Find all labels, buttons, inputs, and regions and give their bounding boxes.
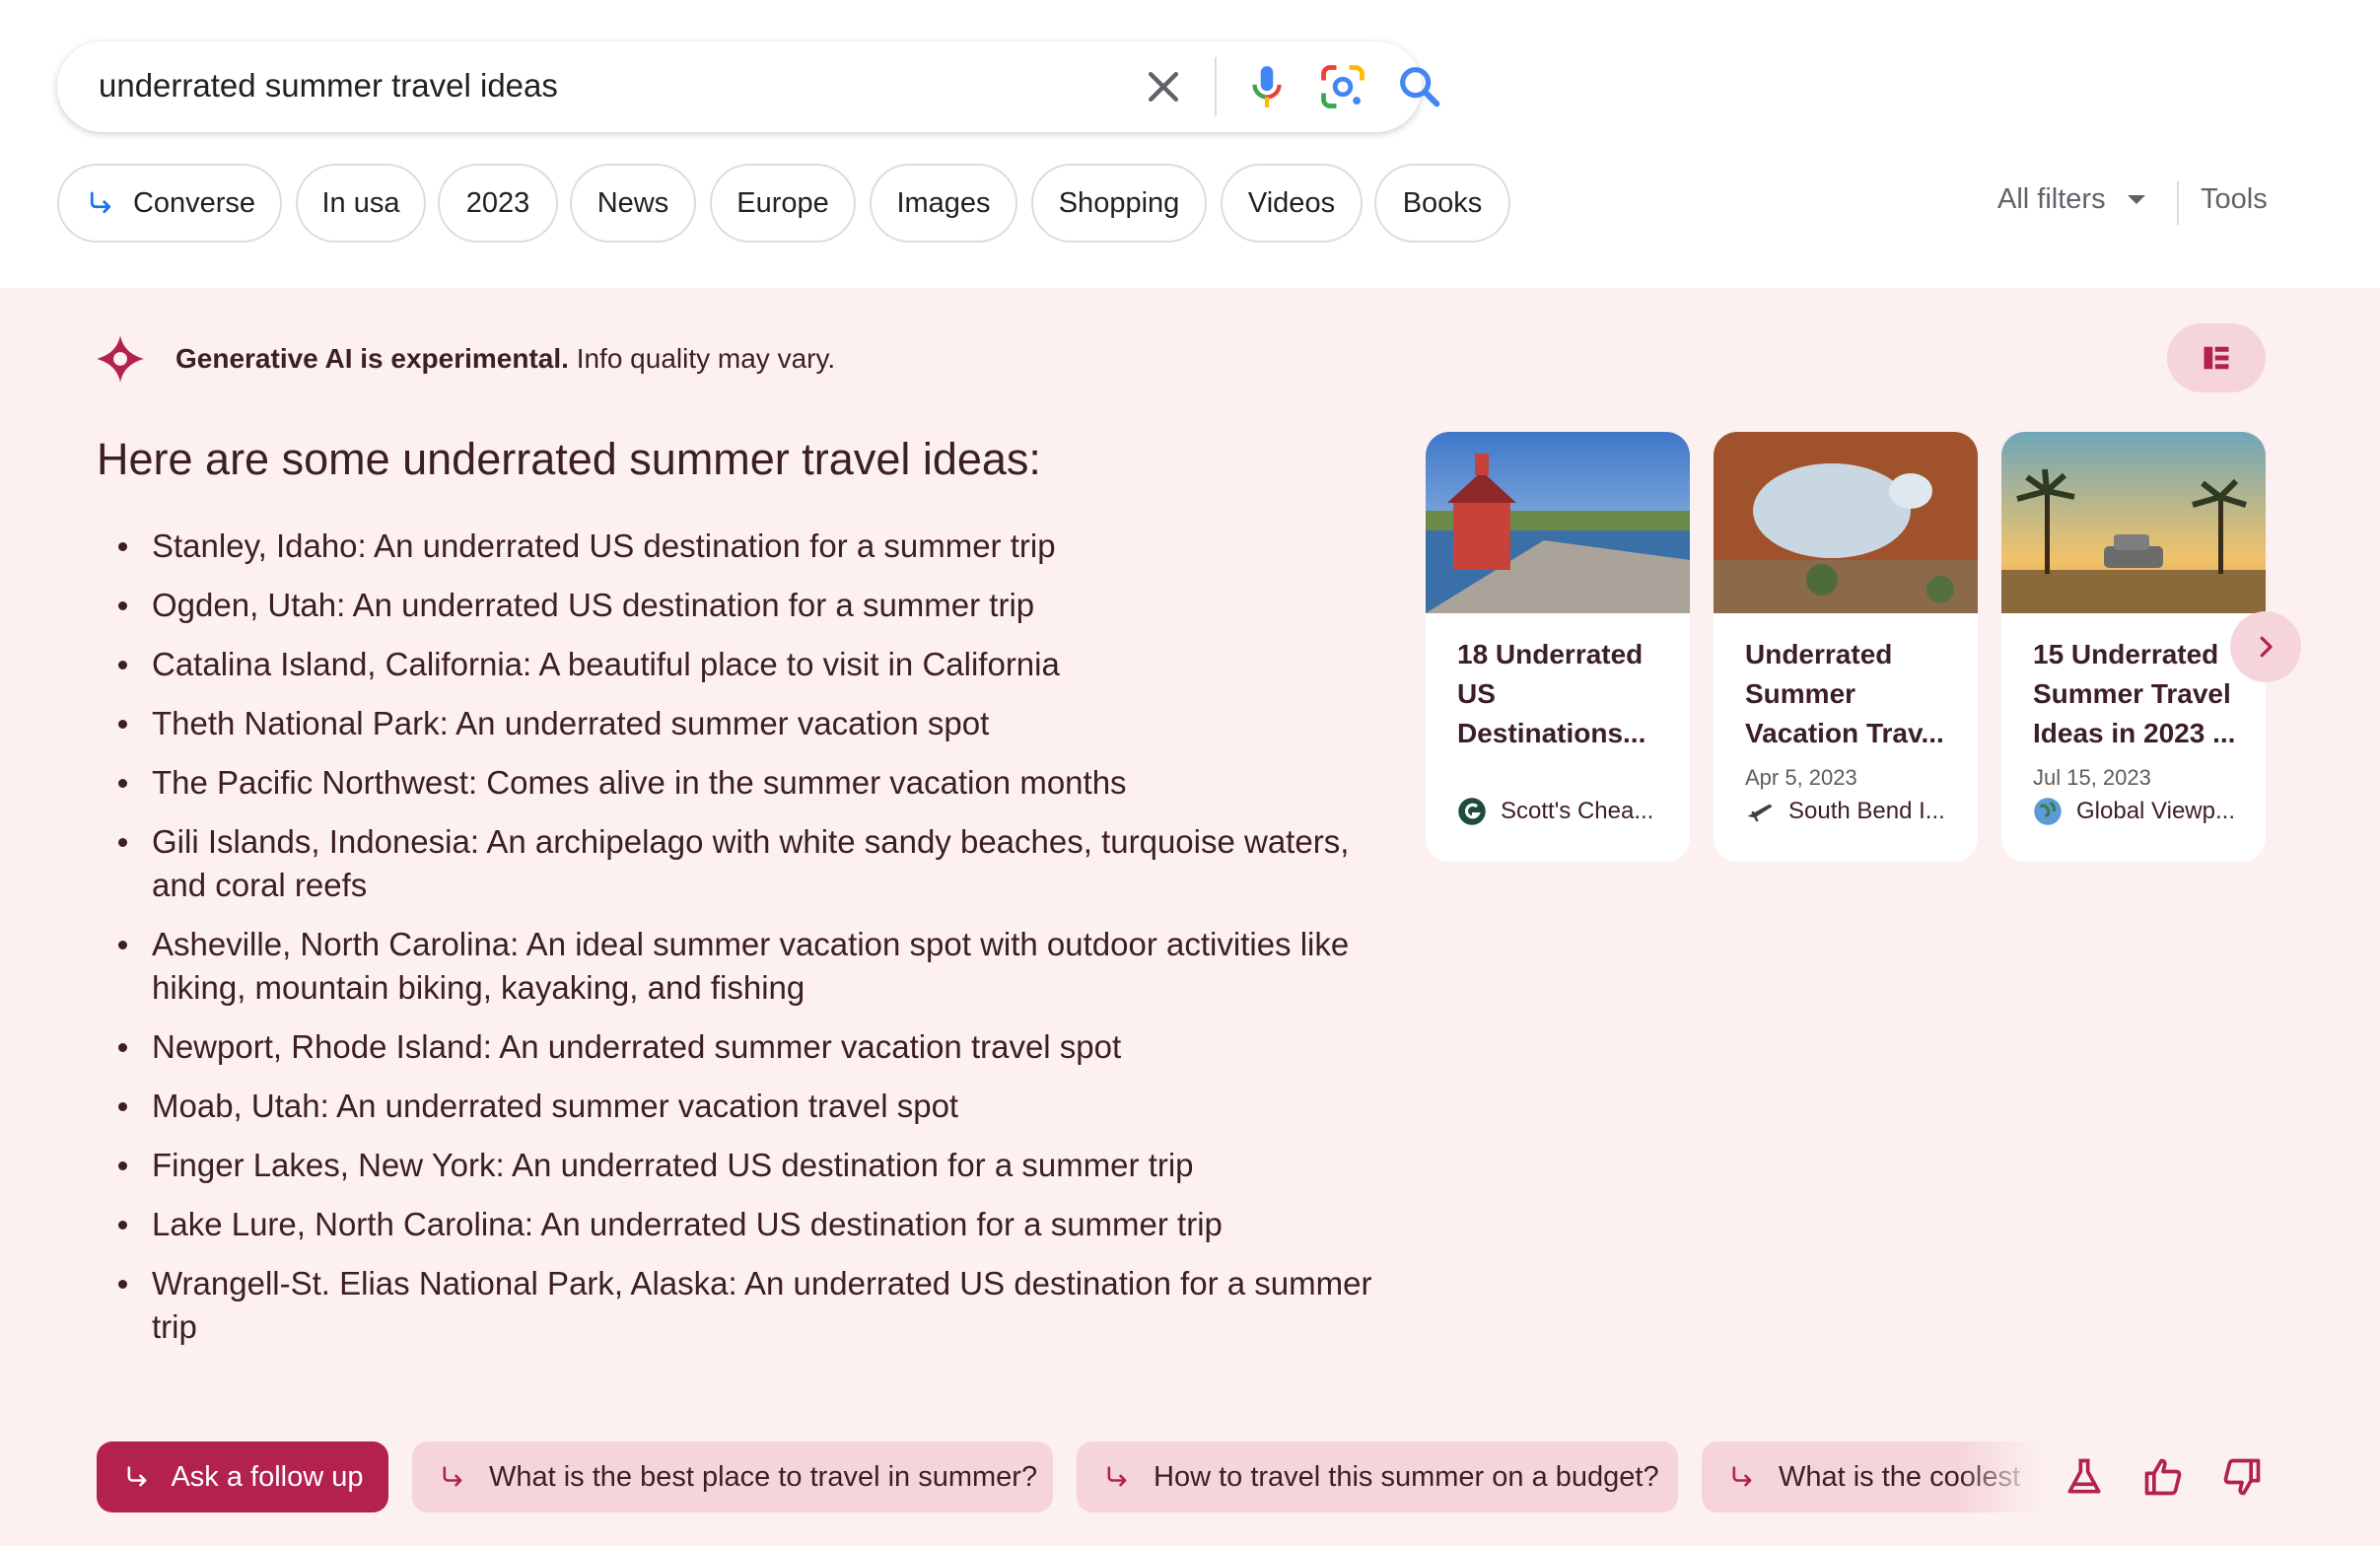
suggestion-fade <box>1958 1432 2076 1522</box>
list-item: Wrangell-St. Elias National Park, Alaska… <box>97 1262 1378 1349</box>
answer-title: Here are some underrated summer travel i… <box>97 434 1041 484</box>
tools-divider <box>2177 181 2179 225</box>
chip-label: Europe <box>736 186 829 219</box>
arrow-return-icon <box>128 1466 147 1487</box>
card-source: Scott's Chea... <box>1457 797 1653 826</box>
chip-label: Shopping <box>1058 186 1180 219</box>
source-card[interactable]: 18 Underrated US Destinations... Scott's… <box>1426 432 1690 862</box>
card-title: Underrated Summer Vacation Trav... <box>1745 639 1944 748</box>
list-item: Asheville, North Carolina: An ideal summ… <box>97 923 1378 1010</box>
card-source-label: Global Viewp... <box>2076 798 2235 824</box>
thumbs-down-icon[interactable] <box>2220 1455 2264 1499</box>
chip-in-usa[interactable]: In usa <box>296 164 426 243</box>
ai-overview-panel: Generative AI is experimental. Info qual… <box>0 288 2380 1546</box>
card-source: Global Viewp... <box>2033 797 2235 826</box>
card-date: Apr 5, 2023 <box>1745 765 1857 790</box>
arrow-return-icon <box>90 191 111 214</box>
card-title: 15 Underrated Summer Travel Ideas in 202… <box>2033 639 2236 748</box>
chip-label: Images <box>896 186 991 219</box>
chip-news[interactable]: News <box>570 164 696 243</box>
tools-button[interactable]: Tools <box>2201 183 2268 216</box>
list-item: Finger Lakes, New York: An underrated US… <box>97 1144 1378 1187</box>
chip-images[interactable]: Images <box>870 164 1017 243</box>
card-thumbnail <box>1426 432 1690 613</box>
source-card[interactable]: 15 Underrated Summer Travel Ideas in 202… <box>2001 432 2266 862</box>
list-item: The Pacific Northwest: Comes alive in th… <box>97 761 1378 805</box>
source-card[interactable]: Underrated Summer Vacation Trav... Apr 5… <box>1714 432 1978 862</box>
google-lens-icon[interactable] <box>1317 61 1368 112</box>
chip-2023[interactable]: 2023 <box>438 164 558 243</box>
chip-label: Books <box>1402 186 1483 219</box>
answer-list: Stanley, Idaho: An underrated US destina… <box>97 525 1378 1365</box>
card-date: Jul 15, 2023 <box>2033 765 2151 790</box>
arrow-return-icon <box>443 1466 462 1487</box>
list-item: Catalina Island, California: A beautiful… <box>97 643 1378 686</box>
carousel-next-button[interactable] <box>2230 611 2301 682</box>
list-item: Newport, Rhode Island: An underrated sum… <box>97 1025 1378 1069</box>
suggestion-chip[interactable]: How to travel this summer on a budget? <box>1077 1441 1678 1512</box>
microphone-icon[interactable] <box>1242 61 1292 112</box>
chip-label: In usa <box>321 186 400 219</box>
close-icon[interactable] <box>1142 65 1185 108</box>
chip-shopping[interactable]: Shopping <box>1031 164 1207 243</box>
suggestion-label: How to travel this summer on a budget? <box>1154 1460 1659 1493</box>
ai-disclaimer: Generative AI is experimental. Info qual… <box>175 343 835 375</box>
chip-europe[interactable]: Europe <box>710 164 856 243</box>
chip-label: 2023 <box>465 186 530 219</box>
chip-converse[interactable]: Converse <box>57 164 282 243</box>
list-item: Gili Islands, Indonesia: An archipelago … <box>97 820 1378 907</box>
source-favicon-icon <box>1458 798 1486 825</box>
layout-icon <box>2204 346 2229 370</box>
caret-down-icon <box>2127 195 2145 204</box>
chip-label: Converse <box>132 186 256 219</box>
card-source-label: Scott's Chea... <box>1501 798 1654 824</box>
list-item: Lake Lure, North Carolina: An underrated… <box>97 1203 1378 1246</box>
card-thumbnail <box>2001 432 2266 613</box>
search-bar[interactable]: underrated summer travel ideas <box>57 41 1440 132</box>
list-item: Theth National Park: An underrated summe… <box>97 702 1378 745</box>
search-input[interactable]: underrated summer travel ideas <box>99 67 558 105</box>
arrow-return-icon <box>1732 1466 1752 1487</box>
layout-toggle-button[interactable] <box>2167 323 2266 392</box>
all-filters-label: All filters <box>1997 183 2106 215</box>
disclaimer-rest: Info quality may vary. <box>568 343 836 374</box>
list-item: Stanley, Idaho: An underrated US destina… <box>97 525 1378 568</box>
suggestion-label: What is the best place to travel in summ… <box>489 1460 1038 1493</box>
chip-videos[interactable]: Videos <box>1221 164 1363 243</box>
chip-label: News <box>596 186 669 219</box>
chip-label: Videos <box>1247 186 1336 219</box>
card-source: South Bend I... <box>1745 797 1945 826</box>
search-divider <box>1215 57 1217 116</box>
sparkle-logo-icon <box>97 335 144 383</box>
globe-favicon-icon <box>2034 798 2062 825</box>
thumbs-up-icon[interactable] <box>2141 1455 2185 1499</box>
chip-books[interactable]: Books <box>1374 164 1510 243</box>
disclaimer-bold: Generative AI is experimental. <box>175 343 569 374</box>
card-title: 18 Underrated US Destinations... <box>1457 639 1646 748</box>
arrow-return-icon <box>1107 1466 1127 1487</box>
card-thumbnail <box>1714 432 1978 613</box>
card-source-label: South Bend I... <box>1788 798 1945 824</box>
all-filters-dropdown[interactable]: All filters <box>1997 183 2145 216</box>
list-item: Moab, Utah: An underrated summer vacatio… <box>97 1085 1378 1128</box>
search-icon[interactable] <box>1394 61 1445 112</box>
list-item: Ogden, Utah: An underrated US destinatio… <box>97 584 1378 627</box>
labs-flask-icon[interactable] <box>2063 1455 2106 1499</box>
ask-follow-up-label: Ask a follow up <box>171 1460 364 1493</box>
ask-follow-up-button[interactable]: Ask a follow up <box>97 1441 388 1512</box>
suggestion-chip[interactable]: What is the best place to travel in summ… <box>412 1441 1053 1512</box>
source-favicon-icon <box>1747 804 1773 822</box>
chevron-right-icon <box>2260 636 2273 658</box>
